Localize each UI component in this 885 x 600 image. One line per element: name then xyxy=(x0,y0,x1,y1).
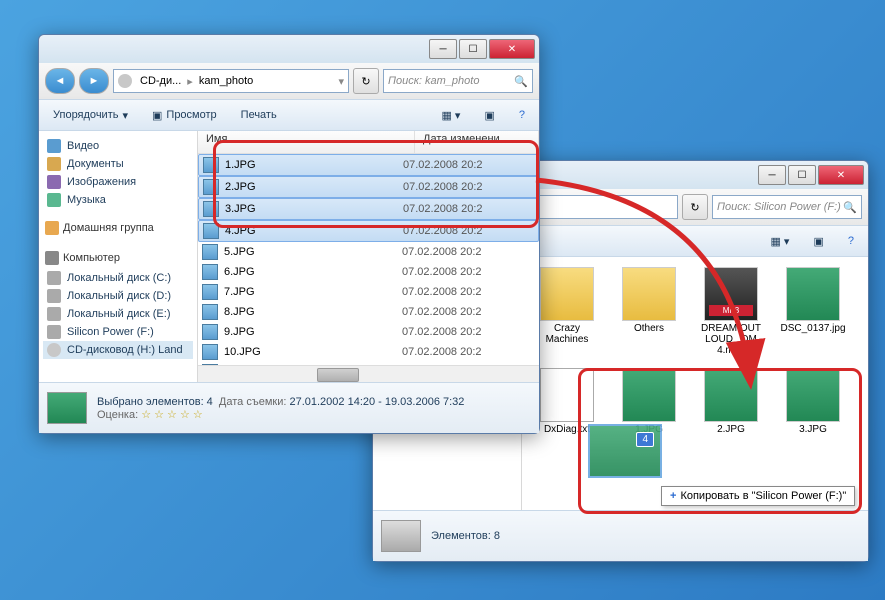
image-icon xyxy=(786,267,840,321)
sidebar-drive[interactable]: Локальный диск (D:) xyxy=(43,287,193,305)
folder-item[interactable]: Crazy Machines xyxy=(532,267,602,356)
sidebar-drive[interactable]: Локальный диск (C:) xyxy=(43,269,193,287)
toolbar: Упорядочить ▾ ▣ Просмотр Печать ▦ ▾ ▣ ? xyxy=(39,99,539,131)
cd-icon xyxy=(118,74,132,88)
file-row[interactable]: 9.JPG07.02.2008 20:2 xyxy=(198,322,539,342)
search-input[interactable]: Поиск: Silicon Power (F:)🔍 xyxy=(712,195,862,219)
address-bar[interactable]: CD-ди...▸ kam_photo ▾ xyxy=(113,69,349,93)
sidebar-drive[interactable]: CD-дисковод (H:) Land xyxy=(43,341,193,359)
image-file-icon xyxy=(203,223,219,239)
image-file-icon xyxy=(202,284,218,300)
maximize-button[interactable]: ☐ xyxy=(788,165,816,185)
image-icon xyxy=(622,368,676,422)
folder-item[interactable]: Others xyxy=(614,267,684,356)
drag-count-badge: 4 xyxy=(636,432,654,447)
file-item[interactable]: DSC_0137.jpg xyxy=(778,267,848,356)
search-icon: 🔍 xyxy=(843,201,857,214)
image-icon xyxy=(704,368,758,422)
mp3-icon xyxy=(704,267,758,321)
sidebar-lib[interactable]: Документы xyxy=(43,155,193,173)
preview-pane-button[interactable]: ▣ xyxy=(478,107,500,124)
view-button[interactable]: ▦ ▾ xyxy=(764,233,795,250)
image-file-icon xyxy=(202,264,218,280)
view-button[interactable]: ▦ ▾ xyxy=(435,107,466,124)
plus-icon: + xyxy=(670,490,676,502)
minimize-button[interactable]: ─ xyxy=(758,165,786,185)
image-file-icon xyxy=(203,179,219,195)
statusbar: Элементов: 8 xyxy=(373,510,868,561)
copy-tooltip: +Копировать в "Silicon Power (F:)" xyxy=(661,486,855,506)
help-button[interactable]: ? xyxy=(513,107,531,123)
image-file-icon xyxy=(202,244,218,260)
refresh-button[interactable]: ↻ xyxy=(353,68,379,94)
forward-button[interactable]: ► xyxy=(79,68,109,94)
image-file-icon xyxy=(202,344,218,360)
sidebar-lib[interactable]: Музыка xyxy=(43,191,193,209)
folder-icon xyxy=(622,267,676,321)
image-file-icon xyxy=(203,201,219,217)
sidebar-lib[interactable]: Видео xyxy=(43,137,193,155)
file-row[interactable]: 6.JPG07.02.2008 20:2 xyxy=(198,262,539,282)
selected-count: Выбрано элементов: 4 xyxy=(97,396,213,408)
search-input[interactable]: Поиск: kam_photo🔍 xyxy=(383,69,533,93)
item-count: Элементов: 8 xyxy=(431,530,500,542)
homegroup-section[interactable]: Домашняя группа xyxy=(43,217,193,239)
file-row[interactable]: 2.JPG07.02.2008 20:2 xyxy=(198,176,539,198)
navigation-bar: ◄ ► CD-ди...▸ kam_photo ▾ ↻ Поиск: kam_p… xyxy=(39,63,539,99)
column-headers[interactable]: Имя Дата изменени xyxy=(198,131,539,154)
drive-icon xyxy=(381,520,421,552)
drag-preview: 4 xyxy=(588,424,662,478)
search-icon: 🔍 xyxy=(514,75,528,88)
status-thumb xyxy=(47,392,87,424)
sidebar-drive[interactable]: Локальный диск (E:) xyxy=(43,305,193,323)
column-name[interactable]: Имя xyxy=(198,131,415,153)
help-button[interactable]: ? xyxy=(842,233,860,249)
h-scrollbar[interactable] xyxy=(198,365,539,382)
text-icon xyxy=(540,368,594,422)
file-row[interactable]: 4.JPG07.02.2008 20:2 xyxy=(198,220,539,242)
file-row[interactable]: 5.JPG07.02.2008 20:2 xyxy=(198,242,539,262)
close-button[interactable]: ✕ xyxy=(818,165,864,185)
file-item[interactable]: 2.JPG xyxy=(696,368,766,435)
image-file-icon xyxy=(202,324,218,340)
statusbar: Выбрано элементов: 4 Дата съемки: 27.01.… xyxy=(39,382,539,433)
sidebar[interactable]: Видео Документы Изображения Музыка Домаш… xyxy=(39,131,198,382)
titlebar[interactable]: ─ ☐ ✕ xyxy=(39,35,539,63)
sidebar-drive[interactable]: Silicon Power (F:) xyxy=(43,323,193,341)
breadcrumb[interactable]: CD-ди...▸ kam_photo xyxy=(136,74,257,88)
column-date[interactable]: Дата изменени xyxy=(415,131,539,153)
folder-icon xyxy=(540,267,594,321)
print-button[interactable]: Печать xyxy=(235,107,283,123)
file-row[interactable]: 8.JPG07.02.2008 20:2 xyxy=(198,302,539,322)
image-file-icon xyxy=(202,304,218,320)
preview-button[interactable]: ▣ Просмотр xyxy=(146,107,223,124)
file-row[interactable]: 10.JPG07.02.2008 20:2 xyxy=(198,342,539,362)
close-button[interactable]: ✕ xyxy=(489,39,535,59)
file-item[interactable]: DREAM OUT LOUD _DM 4.mp3 xyxy=(696,267,766,356)
computer-section[interactable]: Компьютер xyxy=(43,247,193,269)
sidebar-lib[interactable]: Изображения xyxy=(43,173,193,191)
explorer-window-source[interactable]: ─ ☐ ✕ ◄ ► CD-ди...▸ kam_photo ▾ ↻ Поиск:… xyxy=(38,34,540,434)
back-button[interactable]: ◄ xyxy=(45,68,75,94)
preview-pane-button[interactable]: ▣ xyxy=(807,233,829,250)
file-list[interactable]: 1.JPG07.02.2008 20:22.JPG07.02.2008 20:2… xyxy=(198,154,539,365)
file-item[interactable]: 3.JPG xyxy=(778,368,848,435)
file-row[interactable]: 7.JPG07.02.2008 20:2 xyxy=(198,282,539,302)
scroll-thumb[interactable] xyxy=(317,368,359,382)
refresh-button[interactable]: ↻ xyxy=(682,194,708,220)
maximize-button[interactable]: ☐ xyxy=(459,39,487,59)
file-row[interactable]: 3.JPG07.02.2008 20:2 xyxy=(198,198,539,220)
image-file-icon xyxy=(203,157,219,173)
image-icon xyxy=(786,368,840,422)
organize-button[interactable]: Упорядочить ▾ xyxy=(47,107,134,124)
file-row[interactable]: 1.JPG07.02.2008 20:2 xyxy=(198,154,539,176)
icon-view[interactable]: Crazy Machines Others DREAM OUT LOUD _DM… xyxy=(522,257,868,510)
minimize-button[interactable]: ─ xyxy=(429,39,457,59)
